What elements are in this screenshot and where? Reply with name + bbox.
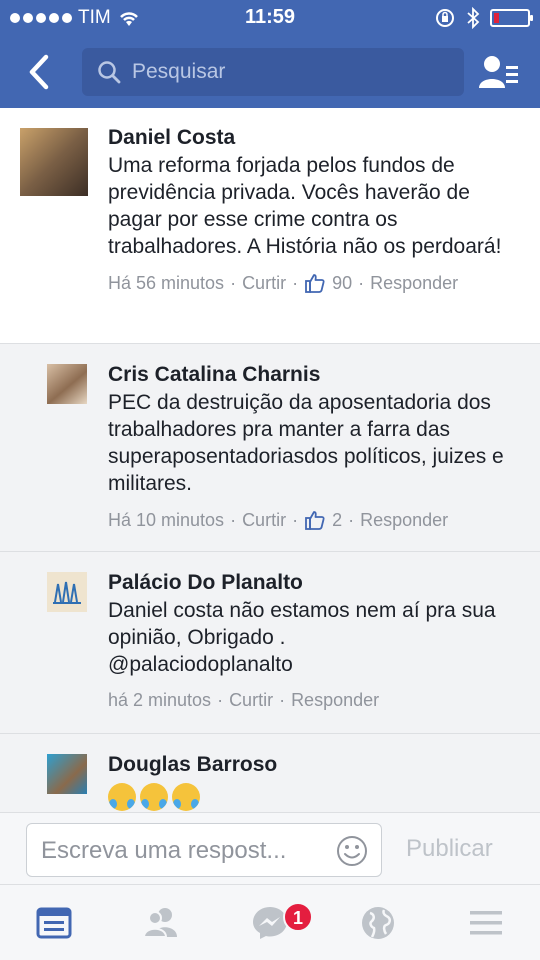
tears-of-joy-icon xyxy=(140,783,168,811)
search-icon xyxy=(98,61,121,84)
reply-link[interactable]: Responder xyxy=(360,510,448,531)
like-count[interactable]: 90 xyxy=(332,273,352,294)
navbar: Pesquisar xyxy=(0,44,540,100)
comment-text: PEC da destruição da aposentadoria dos t… xyxy=(108,391,504,495)
tears-of-joy-icon xyxy=(108,783,136,811)
meta-separator: · xyxy=(217,690,224,710)
comment-body: Daniel Costa Uma reforma forjada pelos f… xyxy=(108,124,528,294)
like-link[interactable]: Curtir xyxy=(242,273,286,294)
publish-button[interactable]: Publicar xyxy=(406,835,493,863)
comment-body: Palácio Do Planalto Daniel costa não est… xyxy=(108,569,528,711)
smiley-icon[interactable] xyxy=(335,834,369,868)
meta-separator: · xyxy=(358,272,365,293)
app-header: TIM 11:59 Pesquisar xyxy=(0,0,540,108)
bottom-tab-bar xyxy=(0,884,540,960)
news-feed-icon[interactable] xyxy=(36,905,72,941)
menu-icon[interactable] xyxy=(468,905,504,941)
comment-author[interactable]: Daniel Costa xyxy=(108,124,528,152)
status-right xyxy=(434,7,533,29)
reply-placeholder: Escreva uma respost... xyxy=(41,837,287,864)
comment-time: há 2 minutos xyxy=(108,690,212,710)
search-field[interactable]: Pesquisar xyxy=(82,48,464,96)
comment-author[interactable]: Palácio Do Planalto xyxy=(108,569,528,597)
avatar[interactable] xyxy=(47,754,87,794)
comment-body: Douglas Barroso xyxy=(108,751,528,811)
thumbs-up-icon xyxy=(305,274,325,293)
like-link[interactable]: Curtir xyxy=(242,510,286,531)
globe-icon[interactable] xyxy=(360,905,396,941)
comment-body: Cris Catalina Charnis PEC da destruição … xyxy=(108,361,528,531)
planalto-logo-icon xyxy=(53,581,81,604)
like-count[interactable]: 2 xyxy=(332,510,342,531)
comment-time: Há 56 minutos xyxy=(108,272,225,293)
comment-meta: há 2 minutos · Curtir · Responder xyxy=(108,690,528,711)
search-placeholder: Pesquisar xyxy=(132,60,226,83)
comment-item: Palácio Do Planalto Daniel costa não est… xyxy=(0,552,540,734)
comment-meta: Há 56 minutos · Curtir · 90 · Responder xyxy=(108,272,528,294)
comment-time: Há 10 minutos xyxy=(108,509,225,530)
meta-separator: · xyxy=(292,509,299,530)
comment-meta: Há 10 minutos · Curtir · 2 · Responder xyxy=(108,509,528,531)
messenger-icon[interactable] xyxy=(252,905,288,941)
comment-author[interactable]: Cris Catalina Charnis xyxy=(108,361,528,389)
meta-separator: · xyxy=(230,272,237,293)
like-link[interactable]: Curtir xyxy=(229,690,273,711)
comment-text: Uma reforma forjada pelos fundos de prev… xyxy=(108,154,502,258)
comment-item: Cris Catalina Charnis PEC da destruição … xyxy=(0,344,540,552)
tears-of-joy-icon xyxy=(172,783,200,811)
battery-icon xyxy=(490,9,533,27)
avatar[interactable] xyxy=(47,572,87,612)
emoji-row xyxy=(108,783,528,811)
comment-item: Daniel Costa Uma reforma forjada pelos f… xyxy=(0,108,540,344)
comment-author[interactable]: Douglas Barroso xyxy=(108,751,528,779)
reply-input[interactable]: Escreva uma respost... xyxy=(26,823,382,877)
messenger-badge: 1 xyxy=(283,902,313,932)
friends-icon[interactable] xyxy=(143,905,179,941)
friend-requests-icon[interactable] xyxy=(478,54,520,90)
back-arrow-icon[interactable] xyxy=(22,52,56,92)
avatar[interactable] xyxy=(47,364,87,404)
comment-text: Daniel costa não estamos nem aí pra sua … xyxy=(108,599,496,676)
meta-separator: · xyxy=(230,509,237,530)
status-bar: TIM 11:59 xyxy=(0,0,540,36)
reply-composer: Escreva uma respost... Publicar xyxy=(0,812,540,884)
comment-item: Douglas Barroso xyxy=(0,734,540,812)
meta-separator: · xyxy=(279,690,286,710)
reply-link[interactable]: Responder xyxy=(291,690,379,711)
thumbs-up-icon xyxy=(305,511,325,530)
avatar[interactable] xyxy=(20,128,88,196)
meta-separator: · xyxy=(348,509,355,530)
reply-link[interactable]: Responder xyxy=(370,273,458,294)
bluetooth-icon xyxy=(467,7,480,29)
meta-separator: · xyxy=(292,272,299,293)
orientation-lock-icon xyxy=(436,9,454,27)
